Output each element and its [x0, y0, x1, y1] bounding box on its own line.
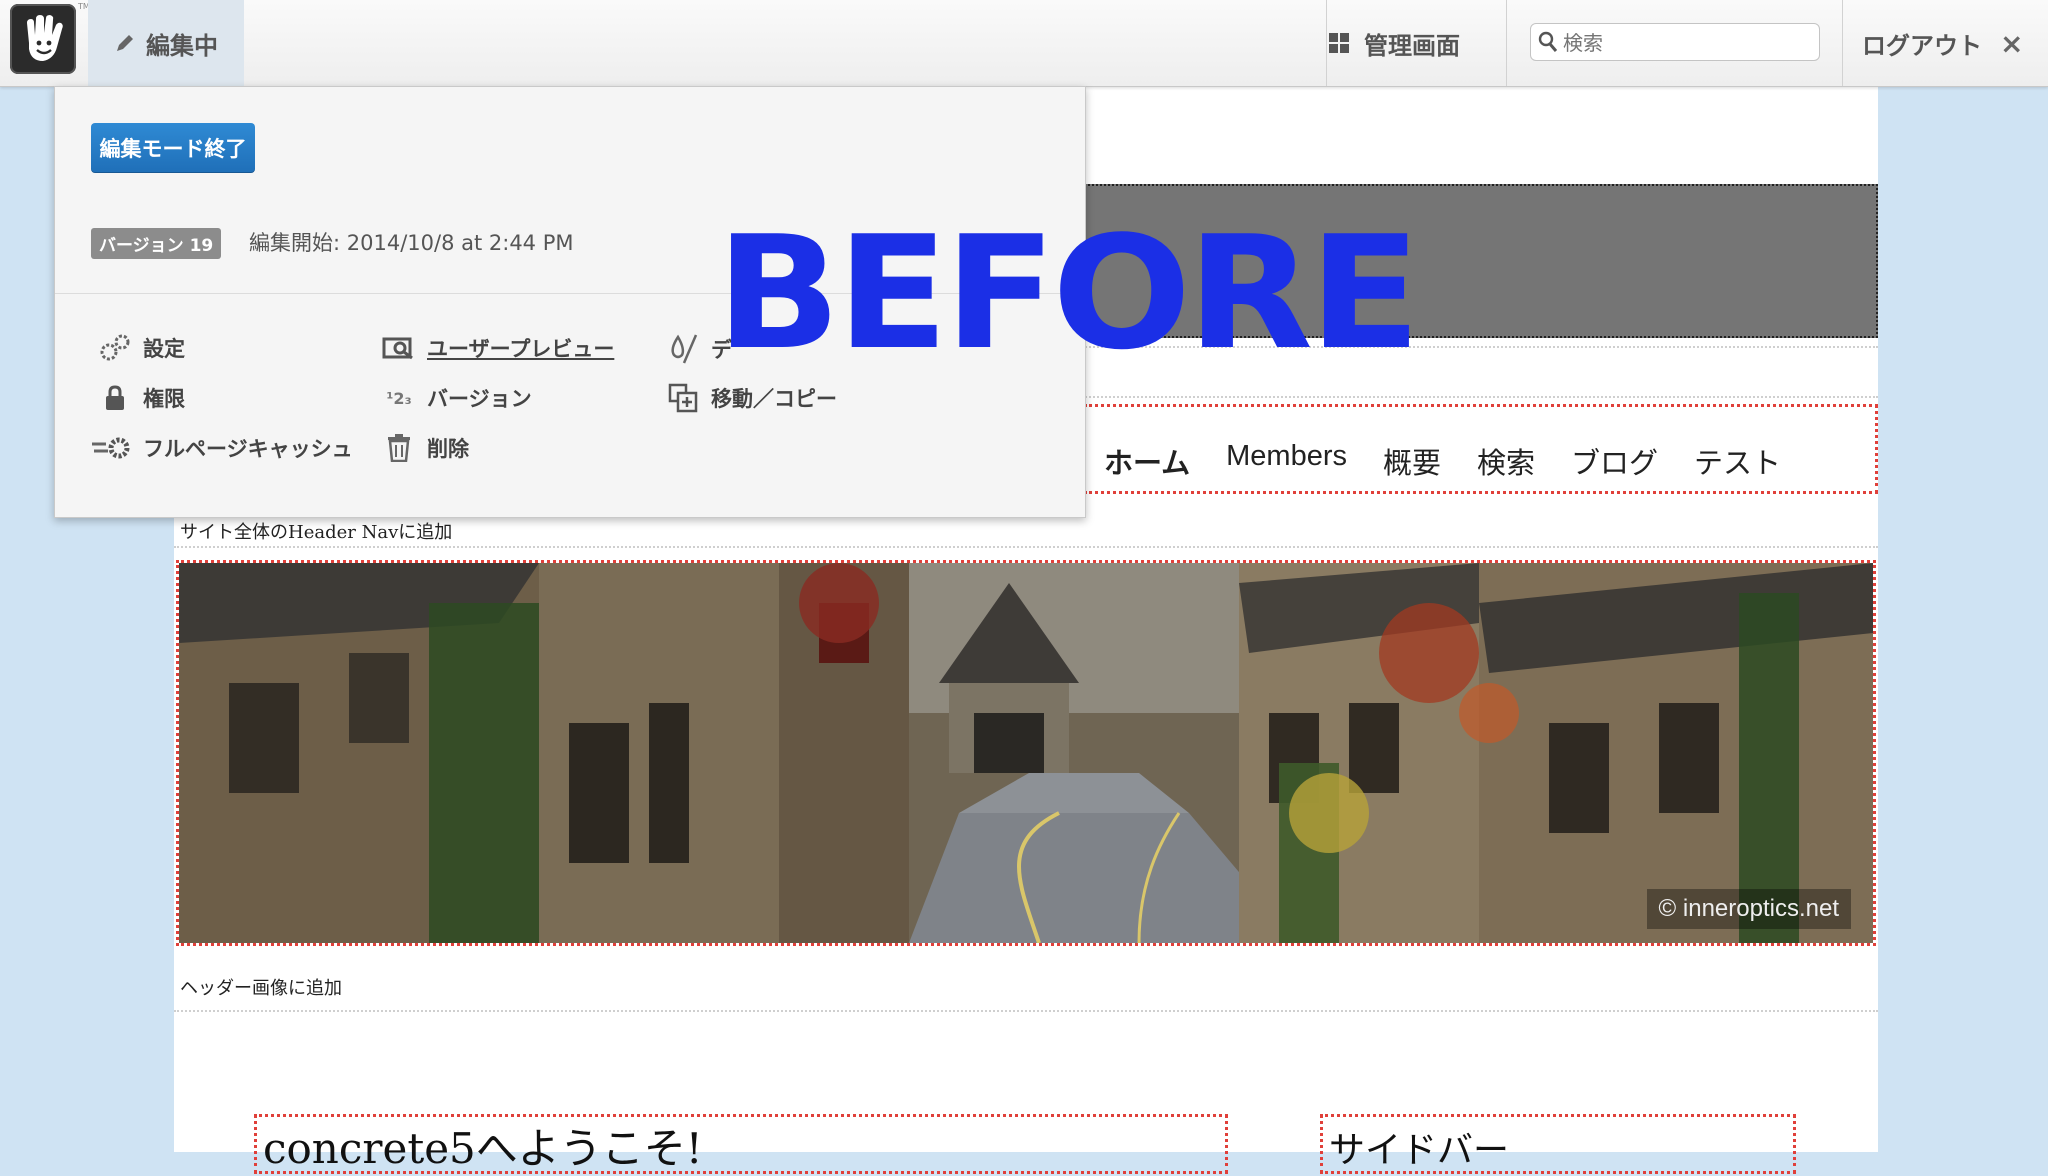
menu-versions-label: バージョン [427, 387, 532, 411]
menu-user-preview-label: ユーザープレビュー [427, 337, 615, 361]
menu-move-copy[interactable]: 移動／コピー [665, 383, 837, 413]
edit-mode-toggle[interactable]: 編集中 [88, 0, 244, 86]
settings-icon [100, 334, 130, 361]
menu-cache-label: フルページキャッシュ [143, 437, 353, 461]
nav-item-members[interactable]: Members [1226, 440, 1347, 482]
dashboard-grid-icon [1329, 33, 1349, 53]
nav-item-test[interactable]: テスト [1694, 440, 1781, 482]
version-info: 編集開始: 2014/10/8 at 2:44 PM [249, 231, 574, 255]
pencil-icon [117, 35, 133, 51]
concrete5-toolbar: TM 編集中 管理画面 ログアウト × [0, 0, 2048, 87]
main-content-block[interactable]: concrete5へようこそ! [254, 1114, 1228, 1174]
versions-icon: ¹2₃ [386, 388, 412, 408]
search-box [1530, 23, 1820, 61]
menu-user-preview[interactable]: ユーザープレビュー [381, 333, 614, 363]
cache-gear-icon [92, 437, 130, 459]
village-street-image [179, 563, 1873, 943]
nav-item-blog[interactable]: ブログ [1571, 440, 1658, 482]
edit-mode-label: 編集中 [146, 31, 218, 60]
toolbar-divider [1506, 0, 1507, 86]
design-icon [671, 334, 698, 364]
menu-versions[interactable]: ¹2₃ バージョン [381, 383, 532, 413]
trash-icon [388, 434, 410, 462]
nav-item-about[interactable]: 概要 [1383, 440, 1441, 482]
image-credit: © inneroptics.net [1646, 889, 1851, 929]
menu-move-copy-label: 移動／コピー [711, 387, 837, 411]
search-input[interactable] [1561, 28, 1815, 58]
logout-label: ログアウト [1862, 31, 1982, 60]
move-copy-icon [668, 383, 698, 413]
site-nav: ホーム Members 概要 検索 ブログ テスト [1104, 440, 1781, 482]
lock-icon [106, 385, 124, 410]
version-badge: バージョン 19 [91, 228, 222, 259]
logout-button[interactable]: ログアウト × [1862, 0, 2023, 86]
sidebar-block[interactable]: サイドバー [1320, 1114, 1796, 1174]
menu-permissions-label: 権限 [143, 387, 185, 411]
area-divider [174, 546, 1878, 548]
preview-icon [382, 337, 413, 360]
close-icon: × [2000, 26, 2024, 60]
hand-logo-icon [27, 15, 63, 61]
toolbar-divider [1842, 0, 1843, 86]
toolbar-divider [1326, 0, 1327, 86]
menu-full-page-cache[interactable]: フルページキャッシュ [91, 433, 353, 463]
add-to-header-image-link[interactable]: ヘッダー画像に追加 [180, 974, 342, 1000]
menu-delete[interactable]: 削除 [381, 433, 469, 463]
menu-settings[interactable]: 設定 [97, 333, 185, 363]
nav-item-search[interactable]: 検索 [1477, 440, 1535, 482]
before-watermark: BEFORE [716, 202, 1421, 384]
exit-edit-mode-button[interactable]: 編集モード終了 [91, 123, 255, 173]
dashboard-button[interactable]: 管理画面 [1328, 0, 1460, 86]
dashboard-label: 管理画面 [1364, 31, 1460, 60]
menu-permissions[interactable]: 権限 [97, 383, 185, 413]
sidebar-heading: サイドバー [1329, 1130, 1510, 1171]
add-to-header-nav-link[interactable]: サイト全体のHeader Navに追加 [180, 518, 452, 544]
main-heading: concrete5へようこそ! [263, 1124, 703, 1173]
menu-settings-label: 設定 [143, 337, 185, 361]
menu-delete-label: 削除 [427, 437, 469, 461]
concrete5-logo[interactable] [10, 4, 76, 74]
nav-item-home[interactable]: ホーム [1104, 440, 1190, 482]
header-image-block[interactable]: © inneroptics.net [176, 560, 1876, 946]
area-divider [174, 1010, 1878, 1012]
search-icon [1538, 31, 1558, 52]
